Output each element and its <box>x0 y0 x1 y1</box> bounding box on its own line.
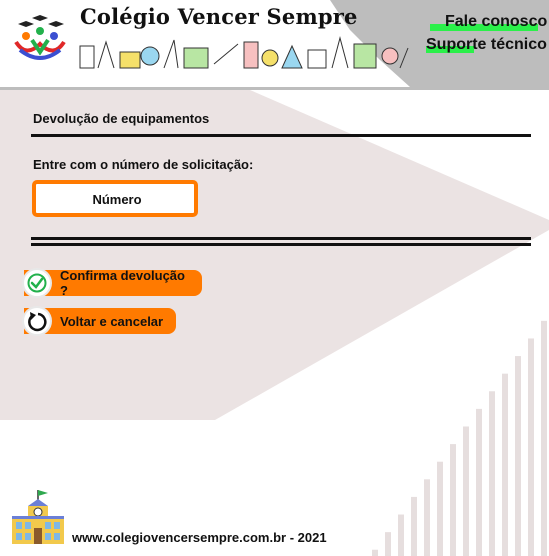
divider <box>31 237 531 240</box>
contact-link[interactable]: Fale conosco <box>445 13 547 31</box>
divider <box>31 243 531 246</box>
school-logo-icon <box>14 15 66 60</box>
section-title: Devolução de equipamentos <box>33 111 210 126</box>
check-circle-icon <box>22 268 52 298</box>
divider <box>31 134 531 137</box>
header: Colégio Vencer Sempre Fale conosco Supor… <box>0 0 549 90</box>
school-building-icon <box>12 490 64 544</box>
request-number-field <box>32 180 198 217</box>
request-number-input[interactable] <box>36 184 198 215</box>
back-cancel-label: Voltar e cancelar <box>60 313 164 329</box>
undo-arrow-icon <box>22 306 52 336</box>
request-number-prompt: Entre com o número de solicitação: <box>33 157 254 172</box>
footer-website: www.colegiovencersempre.com.br - 2021 <box>72 530 327 545</box>
support-link[interactable]: Suporte técnico <box>426 36 547 54</box>
confirm-return-label: Confirma devolução ? <box>60 268 185 298</box>
school-title: Colégio Vencer Sempre <box>80 4 358 29</box>
school-doodles-banner <box>79 36 409 69</box>
